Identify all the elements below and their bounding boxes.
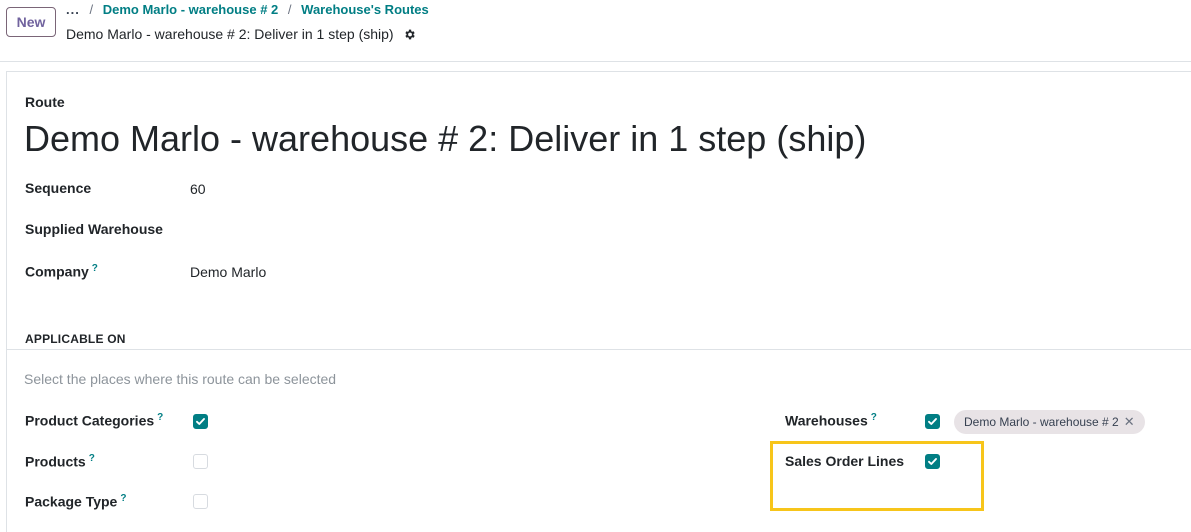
breadcrumb-separator: / xyxy=(287,2,292,17)
section-divider xyxy=(6,349,1191,350)
check-icon xyxy=(196,418,205,425)
breadcrumb-warehouse[interactable]: Demo Marlo - warehouse # 2 xyxy=(103,2,279,17)
help-icon[interactable]: ? xyxy=(871,412,877,423)
breadcrumb-warehouse-routes[interactable]: Warehouse's Routes xyxy=(301,2,429,17)
products-label-text: Products xyxy=(25,453,86,470)
highlight-box xyxy=(770,441,984,511)
record-title-text: Demo Marlo - warehouse # 2: Deliver in 1… xyxy=(66,26,394,42)
new-button[interactable]: New xyxy=(6,7,56,37)
product-categories-checkbox[interactable] xyxy=(193,414,208,429)
breadcrumb-separator: / xyxy=(89,2,94,17)
company-label-text: Company xyxy=(25,263,89,280)
warehouses-label-text: Warehouses xyxy=(785,412,868,429)
company-field[interactable]: Demo Marlo xyxy=(190,264,266,280)
products-checkbox[interactable] xyxy=(193,454,208,469)
applicable-on-hint: Select the places where this route can b… xyxy=(24,371,337,387)
route-name-field[interactable]: Demo Marlo - warehouse # 2: Deliver in 1… xyxy=(24,118,866,160)
gear-icon[interactable] xyxy=(403,28,416,44)
supplied-warehouse-label: Supplied Warehouse xyxy=(25,221,163,237)
supplied-warehouse-field[interactable] xyxy=(190,221,390,239)
sequence-field[interactable]: 60 xyxy=(190,181,206,197)
breadcrumb: ... / Demo Marlo - warehouse # 2 / Wareh… xyxy=(66,2,429,17)
help-icon[interactable]: ? xyxy=(89,453,95,464)
warehouse-tag-label: Demo Marlo - warehouse # 2 xyxy=(964,415,1119,429)
product-categories-label: Product Categories? xyxy=(25,412,163,429)
help-icon[interactable]: ? xyxy=(92,263,98,274)
sequence-label: Sequence xyxy=(25,180,92,196)
close-icon[interactable]: ✕ xyxy=(1124,414,1135,429)
help-icon[interactable]: ? xyxy=(120,493,126,504)
package-type-checkbox[interactable] xyxy=(193,494,208,509)
route-label: Route xyxy=(25,94,65,110)
package-type-label-text: Package Type xyxy=(25,493,118,510)
applicable-on-heading: APPLICABLE ON xyxy=(25,332,126,346)
check-icon xyxy=(928,418,937,425)
breadcrumb-more-icon[interactable]: ... xyxy=(66,2,80,17)
help-icon[interactable]: ? xyxy=(157,412,163,423)
record-title: Demo Marlo - warehouse # 2: Deliver in 1… xyxy=(66,26,416,44)
product-categories-label-text: Product Categories xyxy=(25,412,155,429)
products-label: Products? xyxy=(25,453,95,470)
warehouse-tag: Demo Marlo - warehouse # 2 ✕ xyxy=(954,410,1145,434)
package-type-label: Package Type? xyxy=(25,493,126,510)
company-label: Company? xyxy=(25,263,98,280)
warehouses-checkbox[interactable] xyxy=(925,414,940,429)
warehouses-label: Warehouses? xyxy=(785,412,877,429)
control-panel-divider xyxy=(0,61,1191,62)
